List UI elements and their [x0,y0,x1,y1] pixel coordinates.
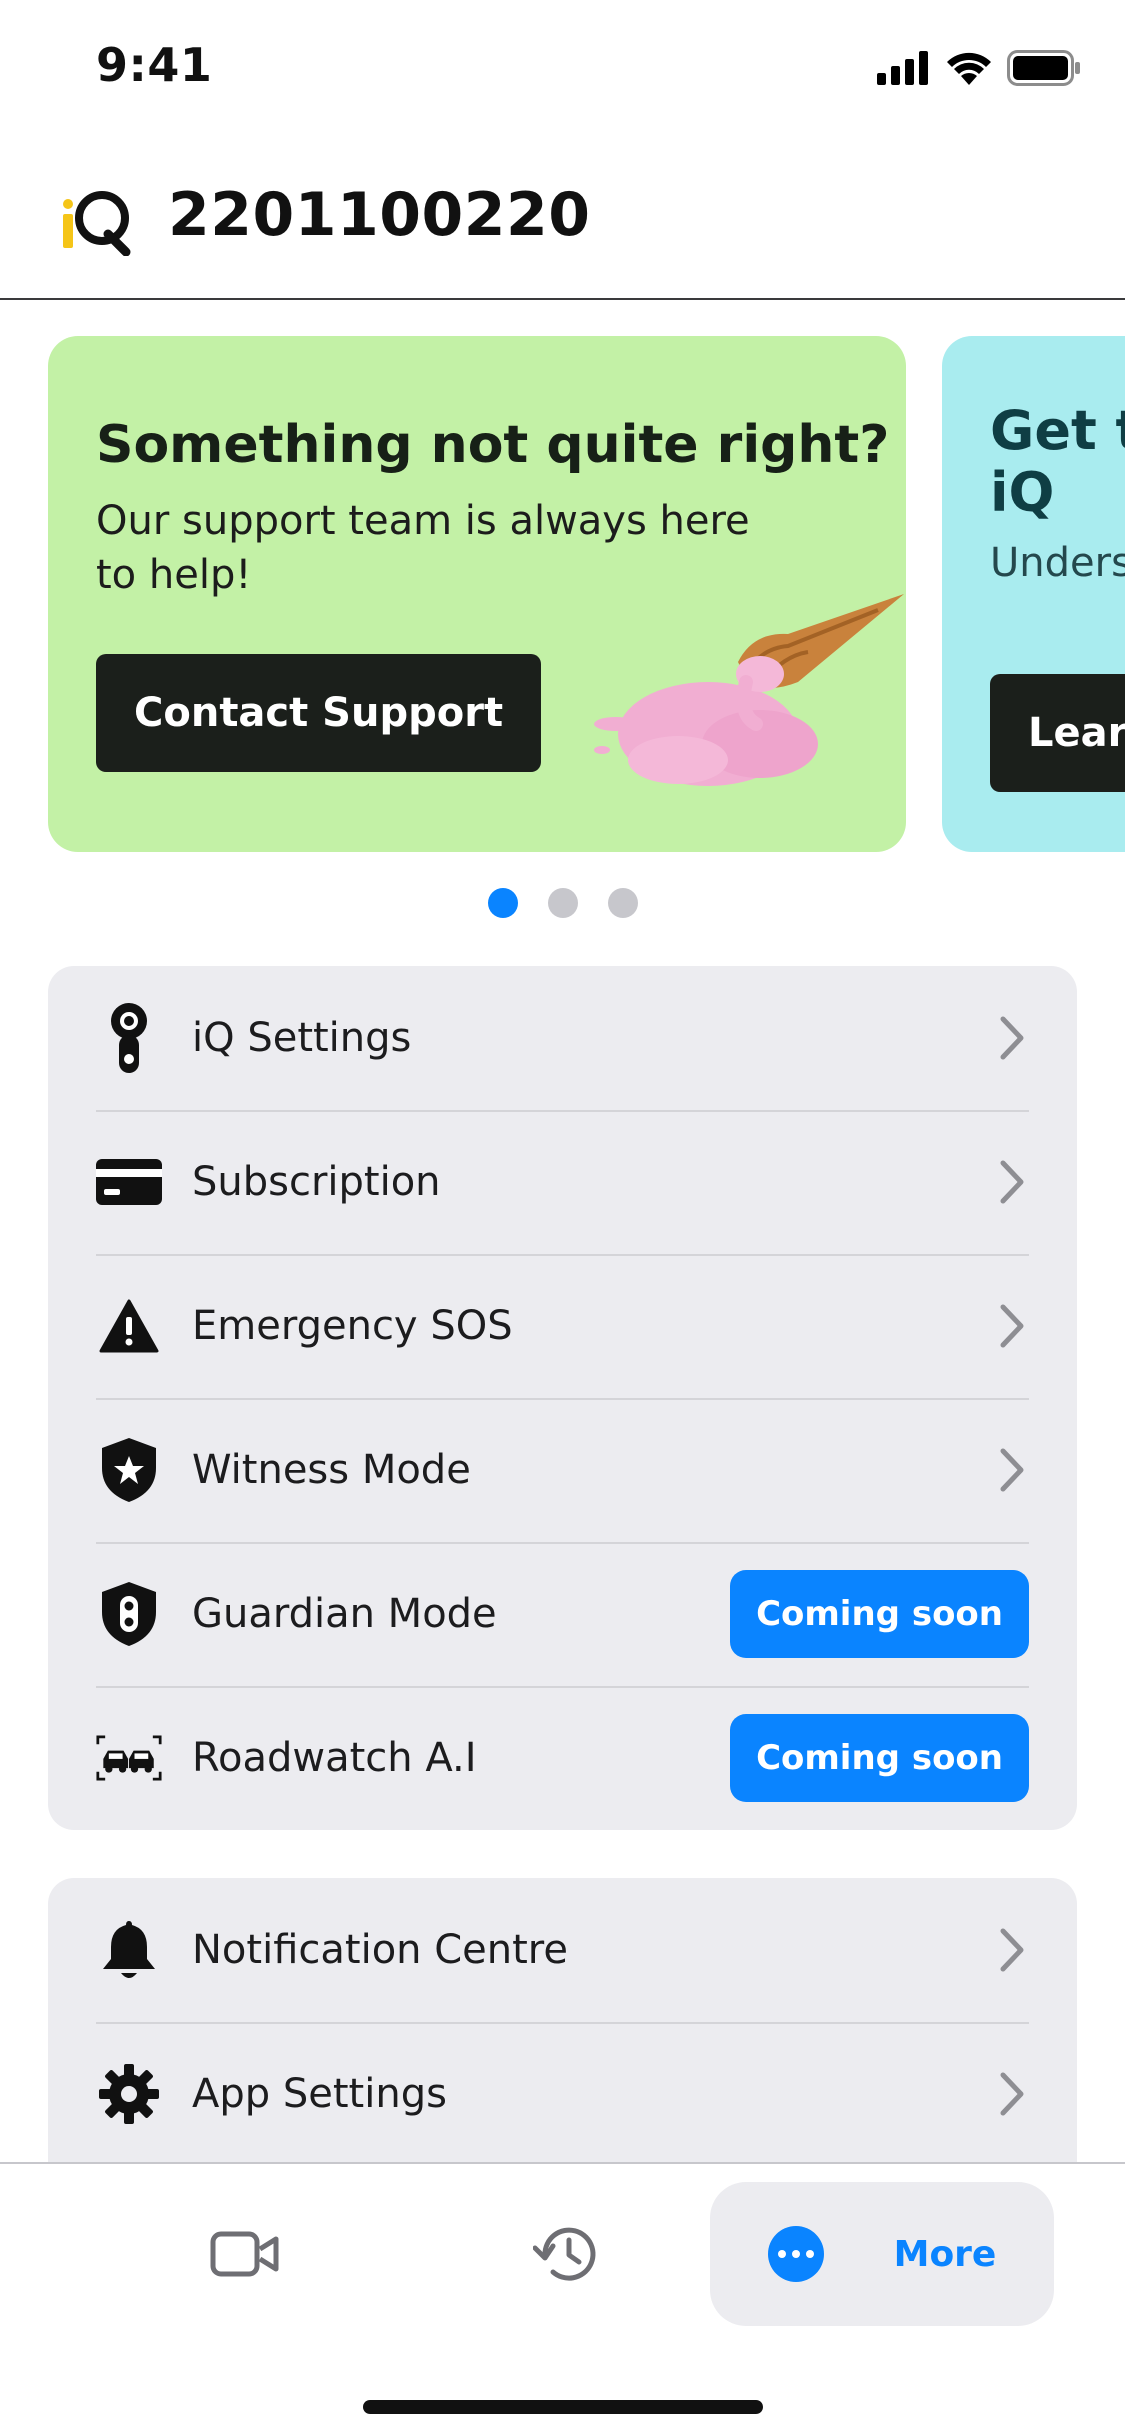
carousel-page-indicator[interactable] [0,888,1125,918]
dashcam-icon [96,1003,162,1073]
menu-item-label: iQ Settings [192,1015,412,1061]
cars-scan-icon [96,1725,162,1791]
chevron-right-icon [1000,1160,1024,1204]
shield-traffic-light-icon [96,1581,162,1647]
contact-support-button[interactable]: Contact Support [96,654,542,772]
iq-logo-icon [63,191,131,256]
home-indicator [363,2400,763,2414]
coming-soon-badge: Coming soon [730,1570,1029,1658]
chevron-right-icon [1000,1016,1024,1060]
device-id: 2201100220 [168,180,591,250]
coming-soon-badge: Coming soon [730,1714,1029,1802]
menu-item-app-settings[interactable]: App Settings [48,2022,1077,2166]
gear-icon [96,2061,162,2127]
status-icons [877,50,1081,86]
more-icon [767,2226,824,2282]
tab-history[interactable] [500,2182,630,2326]
menu-item-emergency-sos[interactable]: Emergency SOS [48,1254,1077,1398]
battery-icon [1007,50,1080,86]
chevron-right-icon [1000,1448,1024,1492]
history-icon [533,2227,596,2281]
menu-item-label: Emergency SOS [192,1303,513,1349]
page-dot-2[interactable] [547,888,578,918]
menu-item-label: Subscription [192,1159,441,1205]
melted-ice-cream-illustration [594,594,904,786]
page-dot-3[interactable] [607,888,638,918]
wifi-icon [947,52,991,85]
tab-more-label: More [893,2233,997,2275]
learn-card-text: Understand your screen [990,540,1125,586]
menu-item-guardian-mode[interactable]: Guardian Mode Coming soon [48,1542,1077,1686]
support-card[interactable]: Something not quite right? Our support t… [48,336,906,852]
chevron-right-icon [1000,1928,1024,1972]
device-menu-group: iQ Settings Subscription Emergency SOS W… [48,966,1077,1830]
tab-more[interactable]: More [710,2182,1054,2326]
promo-carousel[interactable]: Something not quite right? Our support t… [0,336,1125,852]
menu-item-label: Notification Centre [192,1927,568,1973]
menu-item-roadwatch-ai[interactable]: Roadwatch A.I Coming soon [48,1686,1077,1830]
menu-item-label: App Settings [192,2071,447,2117]
status-time: 9:41 [96,38,213,92]
bell-icon [96,1917,162,1983]
menu-item-label: Roadwatch A.I [192,1735,477,1781]
support-card-title: Something not quite right? [96,415,890,475]
page-dot-1[interactable] [487,888,518,918]
learn-card[interactable]: Get to know your iQ Understand your scre… [942,336,1125,852]
video-camera-icon [210,2231,279,2277]
menu-item-witness-mode[interactable]: Witness Mode [48,1398,1077,1542]
status-bar: 9:41 [0,0,1125,135]
chevron-right-icon [1000,1304,1024,1348]
menu-item-iq-settings[interactable]: iQ Settings [48,966,1077,1110]
signal-icon [877,51,928,85]
shield-star-icon [96,1437,162,1503]
menu-item-label: Witness Mode [192,1447,471,1493]
menu-item-subscription[interactable]: Subscription [48,1110,1077,1254]
chevron-right-icon [1000,2072,1024,2116]
menu-item-label: Guardian Mode [192,1591,497,1637]
learn-button[interactable]: Learn [990,674,1125,792]
learn-card-title: Get to know your iQ [990,399,1125,524]
app-header: 2201100220 [0,150,1125,300]
tab-video[interactable] [180,2182,310,2326]
tab-bar: More [0,2162,1125,2436]
credit-card-icon [96,1149,162,1215]
menu-item-notification-centre[interactable]: Notification Centre [48,1878,1077,2022]
warning-icon [96,1293,162,1359]
